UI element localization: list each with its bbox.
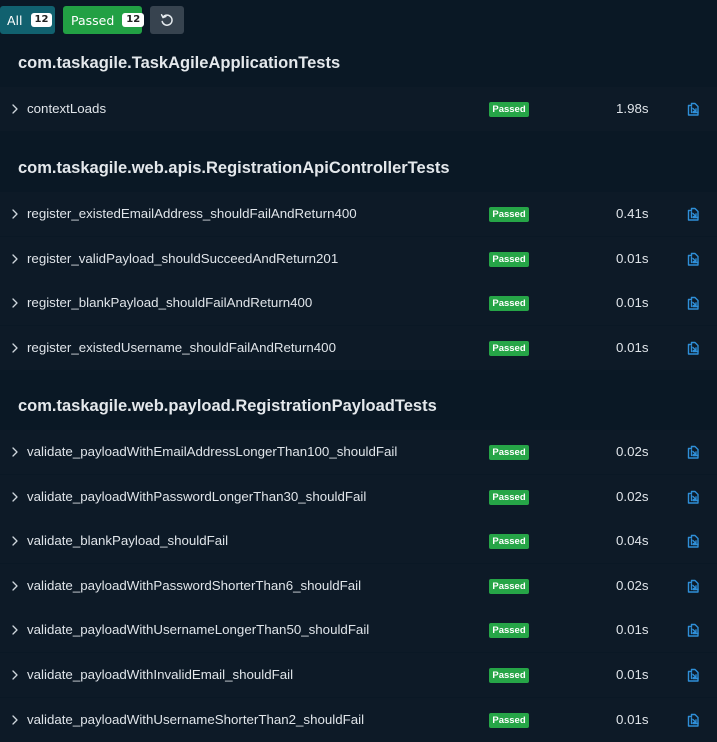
status-badge: Passed (489, 668, 529, 683)
test-duration: 0.01s (616, 667, 649, 682)
test-name: validate_blankPayload_shouldFail (27, 533, 229, 548)
go-to-source-icon[interactable] (685, 622, 701, 638)
status-badge: Passed (489, 341, 529, 356)
test-name: validate_payloadWithInvalidEmail_shouldF… (27, 667, 294, 682)
filter-all-label: All (7, 12, 23, 28)
refresh-icon (160, 14, 173, 26)
go-to-source-icon[interactable] (685, 533, 701, 549)
go-to-source-icon[interactable] (685, 295, 701, 311)
test-name: register_existedEmailAddress_shouldFailA… (27, 206, 357, 221)
status-badge: Passed (489, 252, 529, 267)
chevron-right-icon[interactable] (9, 668, 21, 682)
status-badge: Passed (489, 102, 529, 117)
chevron-right-icon[interactable] (9, 623, 21, 637)
test-name: validate_payloadWithUsernameShorterThan2… (27, 712, 365, 727)
test-group-header: com.taskagile.web.payload.RegistrationPa… (0, 389, 717, 430)
test-group-header: com.taskagile.TaskAgileApplicationTests (0, 46, 717, 87)
status-badge: Passed (489, 713, 529, 728)
chevron-right-icon[interactable] (9, 490, 21, 504)
test-row[interactable]: validate_payloadWithInvalidEmail_shouldF… (0, 653, 717, 697)
test-row[interactable]: validate_blankPayload_shouldFail Passed 0.… (0, 519, 717, 563)
status-badge: Passed (489, 207, 529, 222)
test-duration: 0.01s (616, 622, 649, 637)
test-row[interactable]: validate_payloadWithEmailAddressLongerTh… (0, 430, 717, 474)
test-name: register_existedUsername_shouldFailAndRe… (27, 340, 336, 355)
test-duration: 0.41s (616, 206, 649, 221)
test-group-title: com.taskagile.web.apis.RegistrationApiCo… (18, 159, 450, 177)
test-duration: 0.01s (616, 295, 649, 310)
status-badge: Passed (489, 445, 529, 460)
test-row[interactable]: validate_payloadWithPasswordLongerThan30… (0, 475, 717, 519)
go-to-source-icon[interactable] (685, 712, 701, 728)
test-row[interactable]: validate_payloadWithPasswordShorterThan6… (0, 564, 717, 608)
filter-all-button[interactable]: All 12 (0, 6, 55, 34)
test-duration: 0.04s (616, 533, 649, 548)
test-name: validate_payloadWithUsernameLongerThan50… (27, 622, 370, 637)
filter-all-count: 12 (30, 13, 53, 27)
filter-passed-count: 12 (122, 13, 145, 27)
test-row[interactable]: contextLoads Passed 1.98s (0, 87, 717, 131)
test-duration: 0.01s (616, 340, 649, 355)
go-to-source-icon[interactable] (685, 489, 701, 505)
filter-passed-label: Passed (71, 12, 115, 28)
test-name: contextLoads (27, 101, 107, 116)
test-duration: 0.01s (616, 712, 649, 727)
test-row[interactable]: validate_payloadWithUsernameShorterThan2… (0, 698, 717, 742)
chevron-right-icon[interactable] (9, 341, 21, 355)
test-group-title: com.taskagile.TaskAgileApplicationTests (18, 54, 341, 72)
go-to-source-icon[interactable] (685, 444, 701, 460)
test-name: register_blankPayload_shouldFailAndRetur… (27, 295, 313, 310)
chevron-right-icon[interactable] (9, 296, 21, 310)
test-row[interactable]: register_existedEmailAddress_shouldFailA… (0, 192, 717, 236)
test-row[interactable]: register_existedUsername_shouldFailAndRe… (0, 326, 717, 370)
refresh-button[interactable] (150, 6, 184, 34)
test-row[interactable]: register_validPayload_shouldSucceedAndRe… (0, 237, 717, 281)
chevron-right-icon[interactable] (9, 445, 21, 459)
chevron-right-icon[interactable] (9, 534, 21, 548)
test-duration: 1.98s (616, 101, 649, 116)
test-name: validate_payloadWithPasswordShorterThan6… (27, 578, 362, 593)
status-badge: Passed (489, 623, 529, 638)
filter-passed-button[interactable]: Passed 12 (63, 6, 145, 34)
chevron-right-icon[interactable] (9, 252, 21, 266)
status-badge: Passed (489, 296, 529, 311)
go-to-source-icon[interactable] (685, 578, 701, 594)
go-to-source-icon[interactable] (685, 340, 701, 356)
chevron-right-icon[interactable] (9, 207, 21, 221)
status-badge: Passed (489, 490, 529, 505)
test-name: validate_payloadWithPasswordLongerThan30… (27, 489, 367, 504)
chevron-right-icon[interactable] (9, 102, 21, 116)
go-to-source-icon[interactable] (685, 206, 701, 222)
test-duration: 0.02s (616, 578, 649, 593)
go-to-source-icon[interactable] (685, 667, 701, 683)
test-duration: 0.02s (616, 489, 649, 504)
status-badge: Passed (489, 579, 529, 594)
test-row[interactable]: validate_payloadWithUsernameLongerThan50… (0, 608, 717, 652)
test-group-header: com.taskagile.web.apis.RegistrationApiCo… (0, 151, 717, 192)
chevron-right-icon[interactable] (9, 713, 21, 727)
status-badge: Passed (489, 534, 529, 549)
test-group-title: com.taskagile.web.payload.RegistrationPa… (18, 397, 437, 415)
test-duration: 0.01s (616, 251, 649, 266)
test-name: register_validPayload_shouldSucceedAndRe… (27, 251, 339, 266)
filter-toolbar: All 12 Passed 12 (0, 0, 717, 40)
test-row[interactable]: register_blankPayload_shouldFailAndRetur… (0, 281, 717, 325)
go-to-source-icon[interactable] (685, 251, 701, 267)
test-duration: 0.02s (616, 444, 649, 459)
go-to-source-icon[interactable] (685, 101, 701, 117)
test-name: validate_payloadWithEmailAddressLongerTh… (27, 444, 398, 459)
chevron-right-icon[interactable] (9, 579, 21, 593)
